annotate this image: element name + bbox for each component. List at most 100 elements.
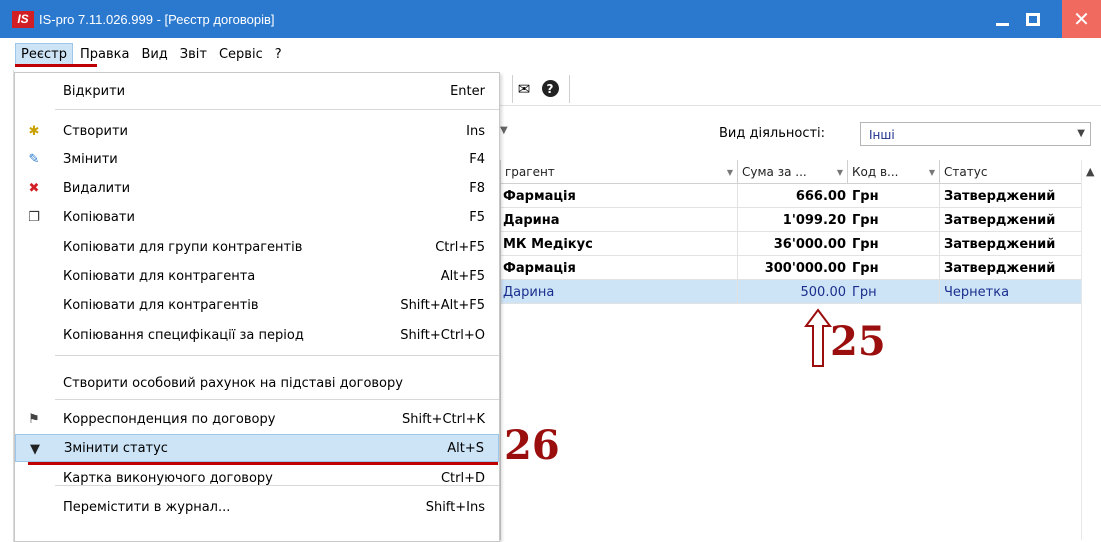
- menu-item-shortcut: Shift+Ctrl+K: [402, 411, 485, 427]
- menu-separator: [55, 399, 499, 400]
- cell-currency: Грн: [848, 232, 940, 256]
- delete-icon: ✖: [28, 180, 40, 196]
- menu-item-7[interactable]: Копіювати для контрагентів Shift+Alt+F5: [15, 291, 499, 319]
- cell-sum: 666.00: [795, 188, 846, 204]
- menu-item-shortcut: Enter: [450, 83, 485, 99]
- menu-zvit[interactable]: Звіт: [175, 44, 212, 65]
- app-logo: IS: [12, 10, 34, 28]
- change-status-icon: ▼: [30, 441, 40, 457]
- menu-item-6[interactable]: Копіювати для контрагента Alt+F5: [15, 262, 499, 290]
- minimize-icon: [995, 22, 1009, 26]
- left-frame: [0, 70, 14, 542]
- menu-item-label: Відкрити: [63, 83, 126, 99]
- registry-dropdown-menu: Відкрити Enter ✱ Створити Ins ✎ Змінити F4 ✖ Вида…: [14, 72, 500, 542]
- filter-icon[interactable]: ▼: [837, 168, 843, 177]
- activity-type-value: Інші: [869, 128, 895, 142]
- column-contragent[interactable]: грагент ▼: [501, 160, 738, 184]
- menu-servis[interactable]: Сервіс: [214, 44, 268, 65]
- menu-item-0[interactable]: Відкрити Enter: [15, 77, 499, 105]
- menu-item-8[interactable]: Копіювання специфікації за період Shift+C…: [15, 321, 499, 349]
- menu-item-shortcut: F5: [469, 209, 485, 225]
- cell-contragent: Дарина: [501, 208, 738, 232]
- menu-bar: Реєстр Правка Вид Звіт Сервіс ?: [0, 38, 1101, 70]
- filter-bar: Вид діяльності: Інші ▼: [500, 118, 1101, 148]
- cell-sum: 36'000.00: [773, 236, 846, 252]
- table-row[interactable]: Дарина 1'099.20 Грн Затверджений: [501, 208, 1082, 232]
- column-status[interactable]: Статус: [940, 160, 1082, 184]
- create-icon: ✱: [28, 123, 40, 139]
- cell-sum: 300'000.00: [764, 260, 846, 276]
- help-button[interactable]: ?: [539, 78, 561, 100]
- menu-separator: [55, 109, 499, 110]
- cell-currency: Грн: [848, 280, 940, 304]
- maximize-button[interactable]: [1018, 0, 1048, 38]
- menu-item-10[interactable]: ⚑ Корреспонденция по договору Shift+Ctrl+K: [15, 405, 499, 433]
- menu-item-shortcut: Shift+Alt+F5: [400, 297, 485, 313]
- cell-sum: 1'099.20: [782, 212, 846, 228]
- menu-item-11[interactable]: ▼ Змінити статус Alt+S: [15, 434, 499, 462]
- menu-item-label: Корреспонденция по договору: [63, 411, 276, 427]
- menu-item-shortcut: Ins: [466, 123, 485, 139]
- menu-vyd[interactable]: Вид: [136, 44, 172, 65]
- activity-type-label: Вид діяльності:: [719, 126, 826, 141]
- menu-item-label: Створити: [63, 123, 128, 139]
- table-row[interactable]: МК Медікус 36'000.00 Грн Затверджений: [501, 232, 1082, 256]
- activity-type-select[interactable]: Інші ▼: [860, 122, 1091, 146]
- menu-item-12[interactable]: Картка виконуючого договору Ctrl+D: [15, 464, 499, 492]
- menu-item-label: Змінити: [63, 151, 118, 167]
- menu-item-shortcut: Shift+Ctrl+O: [400, 327, 485, 343]
- filter-icon[interactable]: ▼: [929, 168, 935, 177]
- cell-sum: 500.00: [800, 284, 847, 300]
- table-row[interactable]: Фармація 300'000.00 Грн Затверджений: [501, 256, 1082, 280]
- cell-currency: Грн: [848, 184, 940, 208]
- menu-item-1[interactable]: ✱ Створити Ins: [15, 117, 499, 145]
- menu-item-label: Картка виконуючого договору: [63, 470, 273, 486]
- menu-item-shortcut: F8: [469, 180, 485, 196]
- filter-icon[interactable]: ▼: [727, 168, 733, 177]
- column-sum[interactable]: Сума за ... ▼: [738, 160, 848, 184]
- cell-currency: Грн: [848, 208, 940, 232]
- toolbar-separator: [569, 74, 570, 103]
- menu-item-shortcut: F4: [469, 151, 485, 167]
- menu-item-label: Змінити статус: [64, 440, 168, 456]
- window-title: IS-pro 7.11.026.999 - [Реєстр договорів]: [39, 11, 275, 27]
- scroll-up-icon[interactable]: ▲: [1086, 165, 1094, 178]
- mail-icon[interactable]: ✉: [513, 78, 535, 100]
- menu-item-13[interactable]: Перемістити в журнал... Shift+Ins: [15, 493, 499, 521]
- menu-item-label: Копіювати: [63, 209, 135, 225]
- menu-reestr[interactable]: Реєстр: [15, 42, 73, 66]
- cell-currency: Грн: [848, 256, 940, 280]
- menu-item-2[interactable]: ✎ Змінити F4: [15, 145, 499, 173]
- annotation-step-25: 25: [830, 318, 886, 365]
- menu-item-label: Копіювати для контрагента: [63, 268, 256, 284]
- title-bar: IS IS-pro 7.11.026.999 - [Реєстр договор…: [0, 0, 1101, 38]
- close-button[interactable]: ✕: [1062, 0, 1101, 38]
- menu-item-9[interactable]: Створити особовий рахунок на підставі до…: [15, 369, 499, 397]
- column-currency-code[interactable]: Код в... ▼: [848, 160, 940, 184]
- vertical-scrollbar[interactable]: ▲: [1081, 160, 1101, 540]
- cell-status: Затверджений: [940, 208, 1082, 232]
- cell-contragent: Фармація: [501, 256, 738, 280]
- toolbar: ✉ ?: [500, 72, 1101, 106]
- menu-item-shortcut: Ctrl+F5: [435, 239, 485, 255]
- help-icon: ?: [541, 80, 559, 97]
- menu-item-5[interactable]: Копіювати для групи контрагентів Ctrl+F5: [15, 233, 499, 261]
- edit-icon: ✎: [28, 151, 40, 167]
- minimize-button[interactable]: [987, 0, 1017, 38]
- change-status-underline-mark: [28, 462, 498, 465]
- menu-item-3[interactable]: ✖ Видалити F8: [15, 174, 499, 202]
- cell-status: Затверджений: [940, 232, 1082, 256]
- menu-help[interactable]: ?: [270, 44, 287, 65]
- cell-contragent: Дарина: [501, 280, 738, 304]
- table-row[interactable]: Фармація 666.00 Грн Затверджений: [501, 184, 1082, 208]
- menu-item-shortcut: Alt+F5: [440, 268, 485, 284]
- annotation-step-26: 26: [504, 422, 560, 469]
- correspondence-icon: ⚑: [28, 411, 40, 427]
- maximize-icon: [1026, 12, 1040, 26]
- menu-item-4[interactable]: ❐ Копіювати F5: [15, 203, 499, 231]
- menu-pravka[interactable]: Правка: [75, 44, 134, 65]
- menu-item-label: Копіювати для контрагентів: [63, 297, 259, 313]
- table-row[interactable]: Дарина 500.00 Грн Чернетка: [501, 280, 1082, 304]
- menu-item-label: Створити особовий рахунок на підставі до…: [63, 375, 403, 391]
- menu-item-label: Копіювання специфікації за період: [63, 327, 304, 343]
